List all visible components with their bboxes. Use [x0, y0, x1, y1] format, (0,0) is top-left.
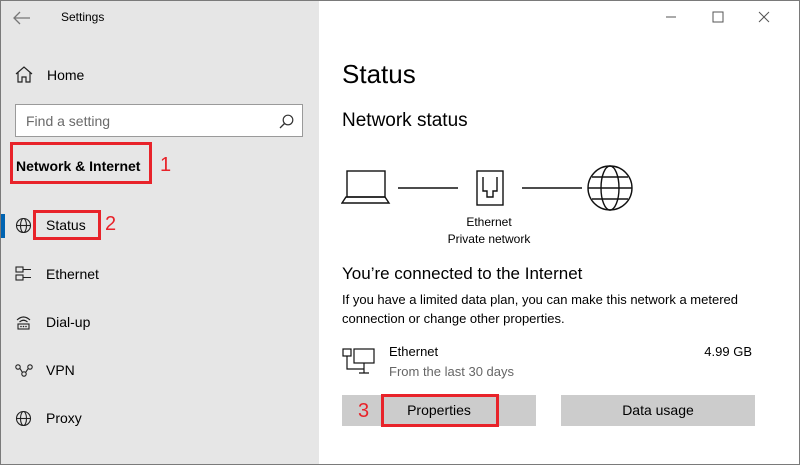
ethernet-usage-row: Ethernet From the last 30 days 4.99 GB — [342, 343, 762, 383]
diagram-caption-line1: Ethernet — [466, 215, 512, 229]
network-status-heading: Network status — [342, 110, 468, 131]
annotation-number-3: 3 — [358, 400, 370, 422]
globe-icon — [15, 217, 32, 234]
ethernet-icon — [15, 266, 31, 281]
data-usage-button[interactable]: Data usage — [561, 395, 755, 426]
home-icon — [15, 66, 33, 83]
back-arrow-icon — [13, 11, 30, 25]
page-title: Status — [342, 59, 416, 89]
sidebar-item-label: Proxy — [46, 410, 82, 426]
minimize-icon[interactable] — [663, 9, 679, 25]
proxy-globe-icon — [15, 410, 32, 427]
vpn-icon — [15, 364, 33, 377]
annotation-box-3 — [381, 394, 499, 427]
internet-globe-icon — [587, 165, 633, 211]
sidebar-item-vpn[interactable]: VPN — [1, 351, 319, 389]
close-icon[interactable] — [756, 9, 772, 25]
back-button[interactable] — [11, 7, 35, 29]
diagram-caption: Ethernet Private network — [414, 214, 564, 248]
home-label: Home — [47, 67, 85, 83]
dialup-icon — [16, 316, 31, 330]
app-title: Settings — [61, 10, 105, 24]
annotation-box-2 — [33, 210, 101, 240]
ethernet-name: Ethernet — [389, 344, 439, 359]
annotation-box-1 — [10, 142, 152, 184]
sidebar-item-dialup[interactable]: Dial-up — [1, 303, 319, 341]
home-nav-item[interactable]: Home — [13, 61, 303, 89]
sidebar-item-ethernet[interactable]: Ethernet — [1, 255, 319, 293]
laptop-icon — [341, 170, 391, 204]
data-usage-value: 4.99 GB — [704, 344, 752, 359]
connected-title: You’re connected to the Internet — [342, 264, 583, 283]
ethernet-port-icon — [476, 170, 504, 206]
window-controls — [651, 1, 799, 33]
diagram-caption-line2: Private network — [447, 232, 531, 246]
title-bar: Settings — [1, 1, 319, 35]
settings-window: Settings Home Network & Internet Status — [0, 0, 800, 465]
search-input[interactable] — [26, 112, 266, 130]
sidebar-item-label: VPN — [46, 362, 75, 378]
sidebar-item-proxy[interactable]: Proxy — [1, 399, 319, 437]
search-icon[interactable] — [279, 114, 294, 129]
ethernet-adapter-icon — [342, 348, 375, 374]
sidebar-item-label: Dial-up — [46, 314, 91, 330]
search-box[interactable] — [15, 104, 303, 137]
annotation-number-1: 1 — [160, 154, 172, 176]
connected-description: If you have a limited data plan, you can… — [342, 292, 738, 326]
sidebar-item-label: Ethernet — [46, 266, 99, 282]
annotation-number-2: 2 — [105, 213, 117, 235]
usage-period: From the last 30 days — [389, 364, 514, 379]
maximize-icon[interactable] — [710, 9, 726, 25]
